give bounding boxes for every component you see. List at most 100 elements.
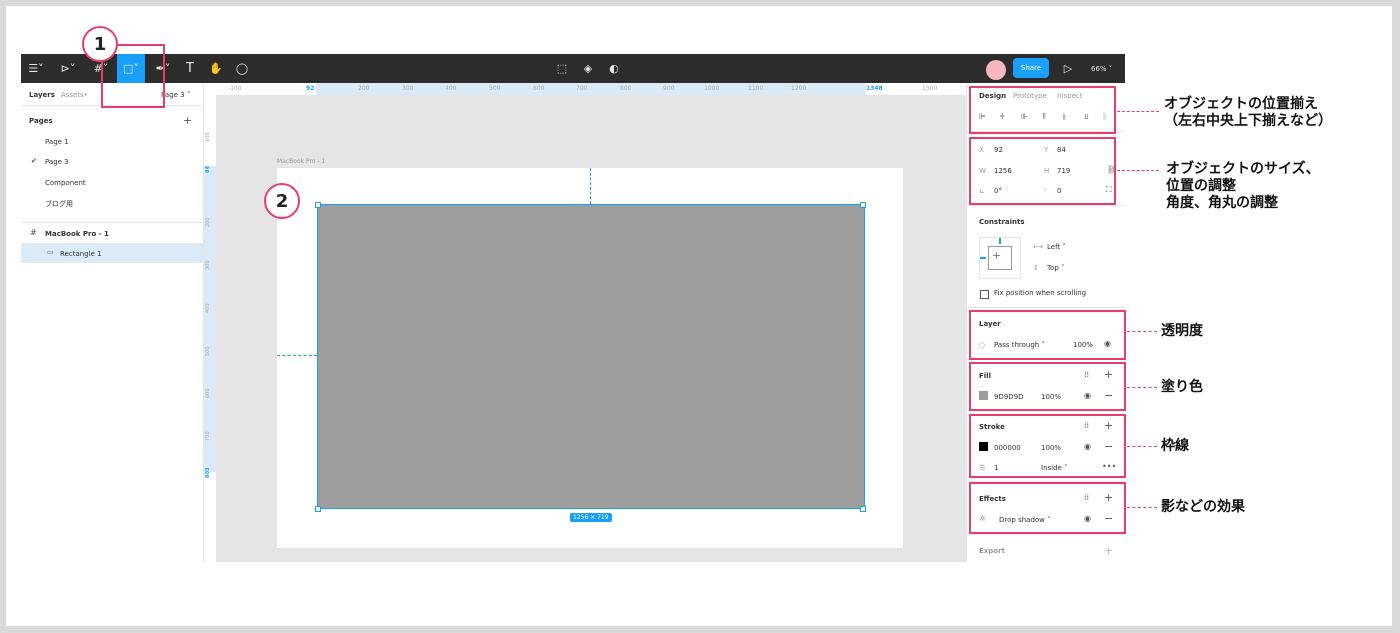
add-export-icon[interactable]: + (1104, 544, 1113, 557)
highlight-stroke (969, 414, 1126, 478)
constraint-vertical-select[interactable]: Top ˅ (1047, 264, 1065, 272)
constraints-title: Constraints (979, 218, 1025, 226)
annotation-align: オブジェクトの位置揃え （左右中央上下揃えなど） (1164, 96, 1332, 130)
frame-label[interactable]: MacBook Pro - 1 (277, 158, 325, 165)
assets-dot-icon: • (83, 91, 88, 99)
main-menu-icon[interactable]: ☰˅ (25, 54, 47, 83)
ruler-highlight (316, 83, 866, 95)
resize-handle[interactable] (315, 506, 321, 512)
annotation-fill: 塗り色 (1161, 379, 1203, 395)
vertical-constraint-icon: ↕ (1033, 264, 1039, 272)
figma-app: ☰˅ ⊳˅ #˅ □˅ ✒˅ T ✋ ◯ ⬚ ◈ ◐ Share ▷ 66% ˅… (21, 54, 1125, 562)
highlight-layer (969, 310, 1126, 360)
spacing-guide (277, 355, 317, 356)
ruler-tick: 700 (205, 431, 211, 441)
rectangle-icon: ▭ (47, 248, 54, 256)
highlight-effects (969, 482, 1126, 534)
page-item[interactable]: Component (45, 179, 86, 187)
resize-handle[interactable] (315, 202, 321, 208)
component-icon[interactable]: ⬚ (553, 54, 571, 83)
ruler-tick: 600 (205, 388, 211, 398)
checkmark-icon: ✔ (31, 157, 37, 165)
move-tool-icon[interactable]: ⊳˅ (57, 54, 79, 83)
ruler-top: -100 92 200 300 400 500 600 700 800 900 … (204, 83, 966, 96)
ruler-tick: 200 (358, 85, 370, 92)
divider (967, 534, 1125, 535)
constraint-horizontal-select[interactable]: Left ˅ (1047, 243, 1066, 251)
avatar[interactable] (986, 60, 1006, 80)
leader-line (1127, 387, 1157, 388)
page-item[interactable]: ブログ用 (45, 199, 73, 209)
marker-1: 1 (82, 26, 118, 62)
zoom-label: 66% (1091, 64, 1107, 73)
share-button[interactable]: Share (1013, 58, 1049, 78)
leader-line (1127, 507, 1157, 508)
layer-rectangle[interactable]: Rectangle 1 (60, 250, 102, 258)
plus-icon: + (992, 249, 1002, 262)
ruler-tick: 500 (205, 346, 211, 356)
page-item[interactable]: Page 1 (45, 138, 69, 146)
page-switcher[interactable]: Page 3 ˄ (161, 91, 190, 99)
mask-icon[interactable]: ◐ (605, 54, 623, 83)
leader-line (1117, 170, 1159, 171)
annotation-stroke: 枠線 (1161, 438, 1189, 454)
ruler-tick: 400 (445, 85, 457, 92)
create-component-icon[interactable]: ◈ (579, 54, 597, 83)
ruler-tick: 800 (620, 85, 632, 92)
ruler-tick: 1200 (791, 85, 807, 92)
ruler-tick: 900 (663, 85, 675, 92)
ruler-tick: 300 (205, 260, 211, 270)
selected-rectangle[interactable] (317, 204, 865, 509)
annotation-line: 位置の調整 (1166, 178, 1236, 194)
toolbar: ☰˅ ⊳˅ #˅ □˅ ✒˅ T ✋ ◯ ⬚ ◈ ◐ Share ▷ 66% ˅ (21, 54, 1125, 83)
ruler-tick: 500 (489, 85, 501, 92)
ruler-tick: 400 (205, 303, 211, 313)
fix-position-label[interactable]: Fix position when scrolling (994, 289, 1086, 297)
divider (967, 205, 1125, 206)
annotation-size: オブジェクトのサイズ、 位置の調整 角度、角丸の調整 (1166, 161, 1320, 212)
leader-line (1117, 111, 1159, 112)
ruler-tick: 92 (306, 85, 315, 92)
comment-tool-icon[interactable]: ◯ (233, 54, 251, 83)
constraint-v-label: Top (1047, 264, 1059, 272)
text-tool-icon[interactable]: T (181, 54, 199, 83)
canvas[interactable]: MacBook Pro - 1 1256 × 719 (217, 96, 966, 562)
present-icon[interactable]: ▷ (1061, 54, 1075, 83)
ruler-tick: 1348 (866, 85, 883, 92)
ruler-tick: 600 (533, 85, 545, 92)
annotation-opacity: 透明度 (1161, 323, 1203, 339)
layers-panel: Layers Assets• Page 3 ˄ Pages + Page 1 ✔ … (21, 83, 204, 562)
ruler-tick: 200 (205, 217, 211, 227)
annotation-line: オブジェクトの位置揃え (1164, 96, 1318, 112)
zoom-dropdown[interactable]: 66% ˅ (1091, 54, 1112, 83)
divider (967, 307, 1125, 308)
ruler-tick: 300 (402, 85, 414, 92)
tab-assets[interactable]: Assets (61, 91, 84, 99)
ruler-tick: -100 (228, 85, 242, 92)
ruler-tick: 84 (205, 166, 211, 173)
constraint-left-marker (980, 257, 986, 259)
resize-handle[interactable] (860, 202, 866, 208)
fix-position-checkbox[interactable] (980, 290, 989, 299)
annotation-line: オブジェクトのサイズ、 (1166, 161, 1320, 177)
export-title: Export (979, 547, 1005, 555)
add-page-icon[interactable]: + (183, 114, 192, 127)
spacing-guide (590, 168, 591, 204)
highlight-alignment (969, 86, 1116, 134)
layer-frame[interactable]: MacBook Pro - 1 (45, 230, 109, 238)
divider (21, 222, 203, 223)
leader-line (1127, 446, 1157, 447)
annotation-line: 角度、角丸の調整 (1166, 195, 1278, 211)
ruler-highlight (204, 166, 216, 472)
ruler-tick: 1000 (704, 85, 720, 92)
hand-tool-icon[interactable]: ✋ (207, 54, 225, 83)
resize-handle[interactable] (860, 506, 866, 512)
annotation-line: （左右中央上下揃えなど） (1164, 113, 1332, 129)
horizontal-constraint-icon: ⟷ (1033, 243, 1044, 251)
highlight-fill (969, 362, 1126, 411)
page-item-selected[interactable]: Page 3 (45, 158, 69, 166)
tab-layers[interactable]: Layers (29, 91, 55, 99)
constraints-widget[interactable]: + (979, 237, 1021, 279)
highlight-size-position (969, 137, 1116, 205)
ruler-tick: 1500 (922, 85, 938, 92)
